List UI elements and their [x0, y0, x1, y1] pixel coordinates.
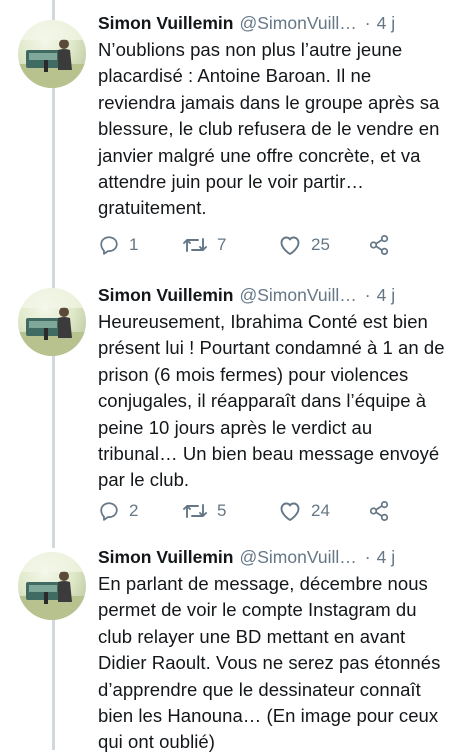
share-icon [368, 234, 390, 256]
avatar[interactable] [18, 20, 86, 88]
reply-icon [98, 500, 120, 522]
retweet-count: 7 [217, 235, 227, 254]
share-icon [368, 500, 390, 522]
retweet-button[interactable]: 5 [182, 500, 278, 522]
author-name[interactable]: Simon Vuillemin [98, 546, 233, 568]
retweet-icon [182, 500, 208, 522]
author-handle[interactable]: @SimonVuill… [239, 12, 356, 34]
action-bar: 2 5 24 [98, 500, 408, 522]
tweet[interactable]: Simon Vuillemin @SimonVuill… · 4 j N’oub… [0, 0, 464, 272]
reply-button[interactable]: 2 [98, 500, 182, 522]
timestamp[interactable]: 4 j [377, 284, 395, 306]
like-button[interactable]: 24 [278, 500, 368, 522]
like-count: 24 [311, 501, 330, 520]
tweet-text: Heureusement, Ibrahima Conté est bien pr… [98, 311, 445, 491]
tweet[interactable]: Simon Vuillemin @SimonVuill… · 4 j En pa… [0, 540, 464, 752]
heart-icon [278, 234, 302, 256]
tweet[interactable]: Simon Vuillemin @SimonVuill… · 4 j Heure… [0, 272, 464, 540]
separator-dot: · [364, 285, 371, 305]
tweet-thread: Simon Vuillemin @SimonVuill… · 4 j N’oub… [0, 0, 464, 752]
tweet-header: Simon Vuillemin @SimonVuill… · 4 j [98, 546, 450, 568]
share-button[interactable] [368, 234, 398, 256]
retweet-button[interactable]: 7 [182, 234, 278, 256]
heart-icon [278, 500, 302, 522]
avatar[interactable] [18, 552, 86, 620]
action-bar: 1 7 25 [98, 234, 408, 256]
reply-count: 2 [129, 501, 139, 520]
author-handle[interactable]: @SimonVuill… [239, 284, 356, 306]
like-count: 25 [311, 235, 330, 254]
separator-dot: · [364, 13, 371, 33]
reply-button[interactable]: 1 [98, 234, 182, 256]
timestamp[interactable]: 4 j [377, 546, 395, 568]
share-button[interactable] [368, 500, 398, 522]
retweet-count: 5 [217, 501, 227, 520]
timestamp[interactable]: 4 j [377, 12, 395, 34]
author-handle[interactable]: @SimonVuill… [239, 546, 356, 568]
like-button[interactable]: 25 [278, 234, 368, 256]
reply-icon [98, 234, 120, 256]
reply-count: 1 [129, 235, 139, 254]
avatar[interactable] [18, 288, 86, 356]
author-name[interactable]: Simon Vuillemin [98, 284, 233, 306]
tweet-header: Simon Vuillemin @SimonVuill… · 4 j [98, 284, 450, 306]
separator-dot: · [364, 547, 371, 567]
author-name[interactable]: Simon Vuillemin [98, 12, 233, 34]
tweet-text: En parlant de message, décembre nous per… [98, 573, 441, 753]
retweet-icon [182, 234, 208, 256]
tweet-text: N’oublions pas non plus l’autre jeune pl… [98, 39, 440, 219]
tweet-header: Simon Vuillemin @SimonVuill… · 4 j [98, 12, 450, 34]
